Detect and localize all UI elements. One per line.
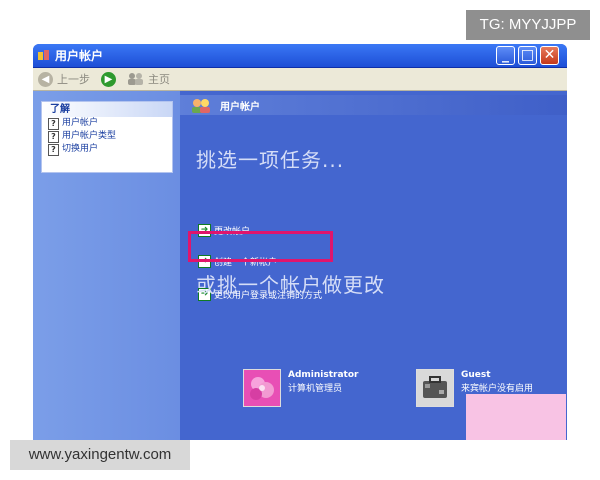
user-accounts-header-icon: [192, 99, 210, 113]
watermark-url: www.yaxingentw.com: [10, 440, 190, 470]
back-button[interactable]: ◀ 上一步: [38, 70, 90, 88]
home-button[interactable]: 主页: [127, 70, 170, 88]
account-description: 计算机管理员: [288, 384, 343, 394]
sidebar-item-account-types[interactable]: ? 用户帐户类型: [42, 130, 172, 143]
back-arrow-icon: ◀: [38, 71, 53, 87]
minimize-button[interactable]: _: [496, 46, 515, 65]
suitcase-avatar-icon: [416, 369, 454, 407]
forward-arrow-icon: ▶: [101, 71, 116, 87]
content-header: 用户帐户: [180, 95, 567, 115]
main-content: 用户帐户 挑选一项任务... ➜ 更改帐户 ➜ 创建一个新帐户 ➜ 更改用户登录…: [180, 91, 567, 440]
content-header-title: 用户帐户: [220, 102, 260, 113]
learn-panel: 了解 ? 用户帐户 ? 用户帐户类型 ? 切换用户: [41, 101, 173, 173]
accounts-heading: 或挑一个帐户做更改: [196, 273, 385, 297]
forward-button[interactable]: ▶: [101, 70, 116, 88]
sidebar-item-switch-user[interactable]: ? 切换用户: [42, 143, 172, 156]
help-icon: ?: [48, 144, 59, 156]
maximize-button[interactable]: □: [518, 46, 537, 65]
user-accounts-window: 用户帐户 _ □ ✕ ◀ 上一步 ▶ 主页 了解 ? 用户帐户 ? 用户帐户类型…: [33, 44, 567, 440]
home-users-icon: [128, 73, 143, 85]
account-description: 来宾帐户没有启用: [461, 384, 534, 394]
sidebar-item-label: 切换用户: [62, 144, 99, 154]
sidebar-item-label: 用户帐户类型: [62, 131, 117, 141]
learn-panel-title: 了解: [42, 102, 172, 117]
title-bar[interactable]: 用户帐户 _ □ ✕: [33, 44, 567, 68]
back-label: 上一步: [57, 73, 90, 86]
account-name: Administrator: [288, 370, 359, 380]
close-button[interactable]: ✕: [540, 46, 559, 65]
task-heading: 挑选一项任务...: [196, 148, 345, 172]
toolbar: ◀ 上一步 ▶ 主页: [33, 68, 567, 91]
help-icon: ?: [48, 131, 59, 143]
pink-overlay: [466, 394, 566, 440]
watermark-tg: TG: MYYJJPP: [466, 10, 590, 40]
home-label: 主页: [148, 73, 170, 86]
help-icon: ?: [48, 118, 59, 130]
user-accounts-icon: [38, 50, 49, 60]
sidebar-item-label: 用户帐户: [62, 118, 99, 128]
account-name: Guest: [461, 370, 491, 380]
sidebar-item-user-accounts[interactable]: ? 用户帐户: [42, 117, 172, 130]
flower-avatar-icon: [243, 369, 281, 407]
sidebar: 了解 ? 用户帐户 ? 用户帐户类型 ? 切换用户: [33, 91, 180, 440]
highlight-frame: [188, 231, 333, 262]
window-title: 用户帐户: [55, 49, 104, 63]
